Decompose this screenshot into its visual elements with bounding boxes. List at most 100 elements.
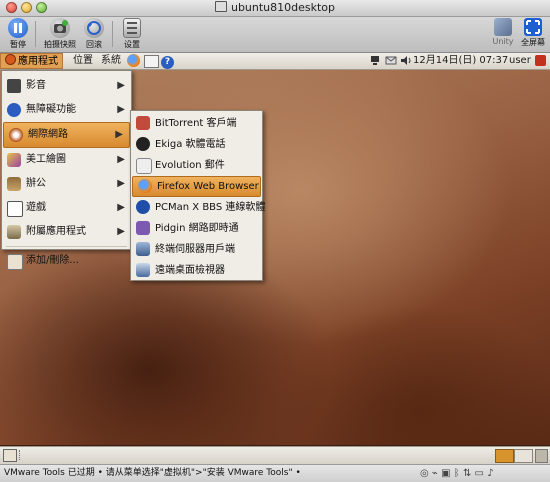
pidgin-icon	[136, 221, 150, 235]
revert-label: 回滚	[86, 40, 102, 49]
bluetooth-icon[interactable]: ᛒ	[454, 468, 460, 479]
menu-item-evolution[interactable]: Evolution 郵件	[131, 155, 262, 176]
minimize-window-button[interactable]	[21, 2, 32, 13]
user-switcher[interactable]: user	[506, 53, 534, 69]
help-icon: ?	[161, 56, 174, 69]
add-remove-icon	[7, 254, 23, 270]
mail-icon	[144, 55, 159, 68]
fullscreen-button[interactable]: 全屏幕	[518, 18, 548, 48]
accessories-icon	[7, 225, 21, 239]
menu-item-terminal-server[interactable]: 終端伺服器用戶端	[131, 239, 262, 260]
submenu-arrow-icon: ▶	[117, 226, 125, 237]
trash-icon[interactable]	[535, 449, 548, 463]
media-icon	[7, 79, 21, 93]
menu-item-pidgin[interactable]: Pidgin 網路即時通	[131, 218, 262, 239]
show-desktop-button[interactable]	[3, 449, 17, 462]
menu-item-label: 辦公	[26, 178, 46, 189]
unity-icon	[494, 18, 512, 36]
fullscreen-icon	[524, 18, 542, 36]
menu-item-pcman[interactable]: PCMan X BBS 連線軟體	[131, 197, 266, 218]
status-device-icons: ◎ ⌁ ▣ ᛒ ⇅ ▭ ♪	[420, 465, 494, 482]
help-launcher[interactable]: ?	[158, 54, 177, 70]
fullscreen-label: 全屏幕	[521, 38, 545, 47]
network-adapter-icon[interactable]: ⇅	[463, 468, 471, 479]
vmware-toolbar: 暂停 拍摄快照 回滚 设置 Unity 全屏幕	[0, 17, 550, 53]
office-icon	[7, 177, 21, 191]
toolbar-divider	[112, 21, 113, 47]
bottom-panel	[0, 446, 550, 464]
workspace-2[interactable]	[514, 449, 533, 463]
shutdown-button[interactable]	[532, 55, 549, 71]
menu-item-firefox[interactable]: Firefox Web Browser	[132, 176, 261, 197]
menu-item-bittorrent[interactable]: BitTorrent 客戶端	[131, 113, 262, 134]
menu-item-label: 添加/刪除...	[26, 255, 79, 266]
submenu-arrow-icon: ▶	[117, 80, 125, 91]
toolbar-divider	[35, 21, 36, 47]
menu-item-remote-desktop[interactable]: 遠端桌面檢視器	[131, 260, 262, 281]
sound-card-icon[interactable]: ♪	[487, 468, 493, 479]
vmware-statusbar: VMware Tools 已过期 • 请从菜单选择"虚拟机">"安装 VMwar…	[0, 464, 550, 482]
menu-item-label: 影音	[26, 80, 46, 91]
applications-menu[interactable]: 應用程式	[0, 53, 63, 69]
top-panel: 應用程式 位置 系統 ? 12月14日(日) 07:37 user	[0, 53, 550, 70]
ekiga-icon	[136, 137, 150, 151]
workspace-1[interactable]	[495, 449, 514, 463]
menu-item-ekiga[interactable]: Ekiga 軟體電話	[131, 134, 262, 155]
hdd-icon[interactable]: ▭	[475, 468, 484, 479]
status-message[interactable]: VMware Tools 已过期 • 请从菜单选择"虚拟机">"安装 VMwar…	[0, 468, 301, 478]
settings-button[interactable]: 设置	[120, 18, 144, 50]
menu-item-media[interactable]: 影音 ▶	[2, 74, 131, 98]
menu-item-label: PCMan X BBS 連線軟體	[155, 202, 266, 213]
network-icon[interactable]	[367, 55, 383, 71]
menu-item-label: 網際網路	[28, 129, 68, 140]
menu-item-graphics[interactable]: 美工繪圖 ▶	[2, 148, 131, 172]
firefox-icon	[138, 179, 152, 193]
bittorrent-icon	[136, 116, 150, 130]
terminal-server-icon	[136, 242, 150, 256]
unity-button[interactable]: Unity	[490, 18, 516, 46]
menu-item-games[interactable]: 遊戲 ▶	[2, 196, 131, 220]
places-menu[interactable]: 位置	[70, 53, 96, 69]
internet-submenu: BitTorrent 客戶端 Ekiga 軟體電話 Evolution 郵件 F…	[130, 110, 266, 281]
snapshot-button[interactable]: 拍摄快照	[44, 18, 76, 50]
ubuntu-logo-icon	[5, 54, 16, 65]
zoom-window-button[interactable]	[36, 2, 47, 13]
menu-item-office[interactable]: 辦公 ▶	[2, 172, 131, 196]
pcman-icon	[136, 200, 150, 214]
menu-item-accessibility[interactable]: 無障礙功能 ▶	[2, 98, 131, 122]
menu-item-label: Pidgin 網路即時通	[155, 223, 239, 234]
revert-button[interactable]: 回滚	[82, 18, 106, 50]
submenu-arrow-icon: ▶	[117, 104, 125, 115]
menu-item-accessories[interactable]: 附屬應用程式 ▶	[2, 220, 131, 244]
submenu-arrow-icon: ▶	[117, 178, 125, 189]
floppy-icon[interactable]: ▣	[441, 468, 450, 479]
menu-item-label: 美工繪圖	[26, 154, 66, 165]
snapshot-icon	[50, 18, 70, 38]
menu-item-label: Ekiga 軟體電話	[155, 139, 226, 150]
menu-item-label: 無障礙功能	[26, 104, 76, 115]
power-icon	[535, 55, 546, 66]
system-menu[interactable]: 系統	[98, 53, 124, 69]
menu-item-label: 遠端桌面檢視器	[155, 265, 225, 276]
revert-icon	[84, 18, 104, 38]
settings-label: 设置	[124, 40, 140, 49]
cd-icon[interactable]: ◎	[420, 468, 429, 479]
window-title: ubuntu810desktop	[230, 1, 336, 14]
menu-item-label: BitTorrent 客戶端	[155, 118, 237, 129]
usb-icon[interactable]: ⌁	[432, 468, 438, 479]
vm-icon	[214, 1, 227, 12]
submenu-arrow-icon: ▶	[117, 202, 125, 213]
applications-dropdown: 影音 ▶ 無障礙功能 ▶ 網際網路 ▶ 美工繪圖 ▶ 辦公 ▶ 遊戲 ▶ 附屬應…	[1, 70, 132, 270]
menu-item-label: Evolution 郵件	[155, 160, 225, 171]
remote-desktop-icon	[136, 263, 150, 277]
pause-button[interactable]: 暂停	[6, 18, 30, 50]
menu-item-label: Firefox Web Browser	[157, 181, 259, 192]
clock[interactable]: 12月14日(日) 07:37	[410, 53, 511, 69]
menu-item-internet[interactable]: 網際網路 ▶	[3, 122, 130, 148]
games-icon	[7, 201, 23, 217]
pause-icon	[8, 18, 28, 38]
settings-icon	[123, 18, 141, 38]
close-window-button[interactable]	[6, 2, 17, 13]
menu-item-add-remove[interactable]: 添加/刪除...	[2, 249, 131, 273]
menu-item-label: 遊戲	[26, 202, 46, 213]
